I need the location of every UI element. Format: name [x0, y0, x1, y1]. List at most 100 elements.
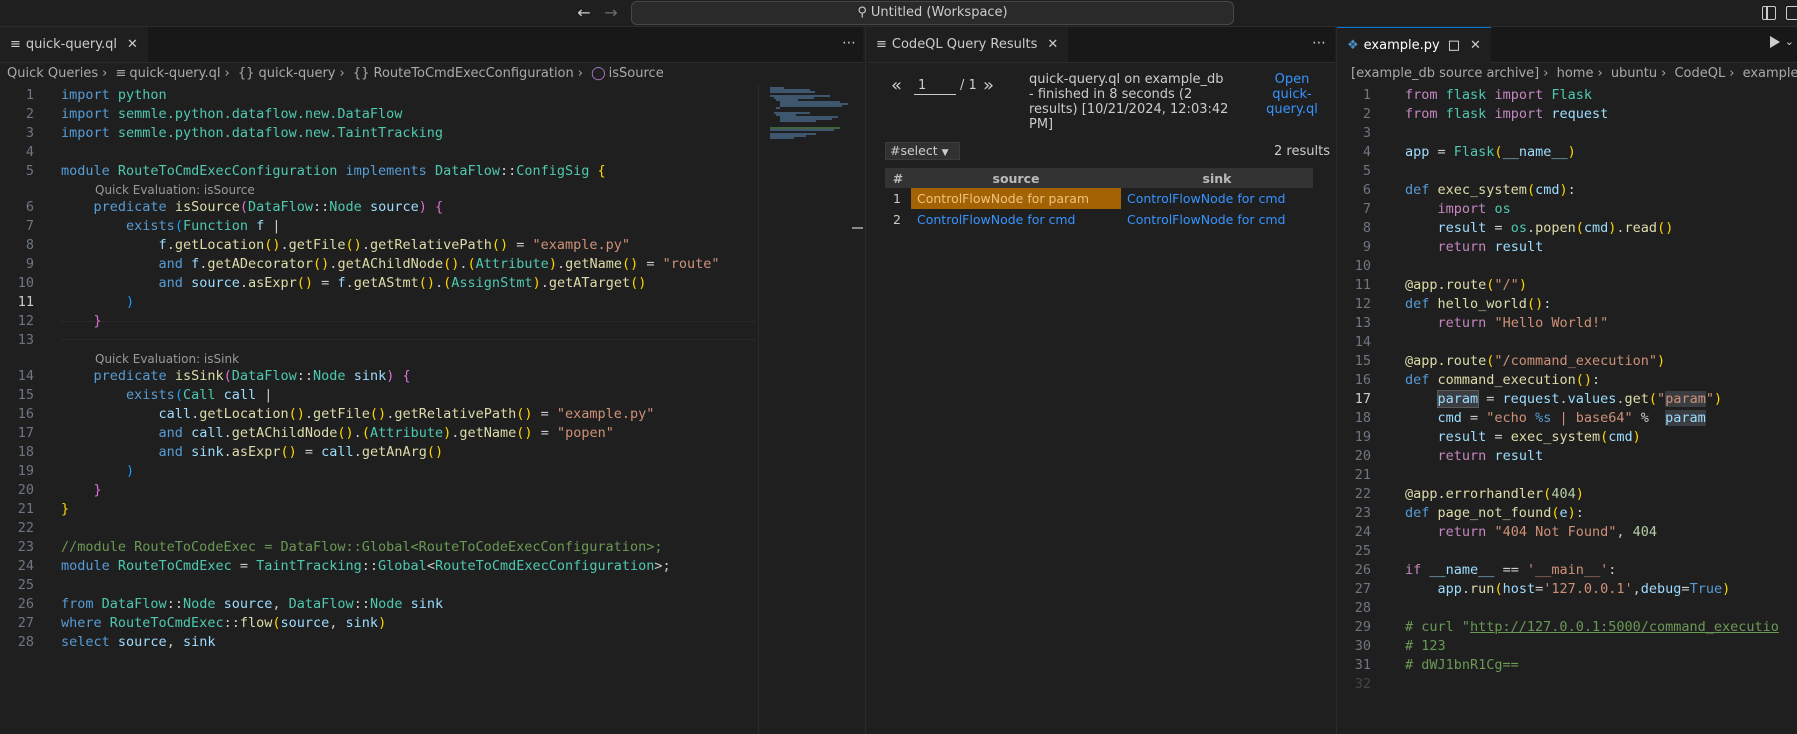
breadcrumb-item[interactable]: isSource [609, 66, 664, 81]
code-line: 7 exists(Function f | [25, 218, 281, 234]
toggle-sidebar-icon[interactable] [1762, 6, 1776, 20]
code-line: 23//module RouteToCodeExec = DataFlow::G… [17, 539, 663, 555]
breadcrumb-item[interactable]: CodeQL [1674, 66, 1725, 81]
code-line: 20 } [17, 482, 102, 498]
tab-label: example.py [1363, 38, 1440, 53]
table-row[interactable]: 1 ControlFlowNode for param ControlFlowN… [885, 188, 1313, 209]
code-line: 3 import semmle.python.dataflow.new.Taint… [25, 125, 444, 141]
file-icon: ≡ [10, 37, 21, 52]
lock-icon: □ [1447, 38, 1460, 53]
column-header[interactable]: sink [1121, 168, 1313, 188]
prev-page-button[interactable]: « [891, 75, 902, 96]
code-line: 15 exists(Call call | [17, 387, 273, 403]
close-icon[interactable]: ✕ [1470, 38, 1481, 53]
code-line: 17 param = request.values.get("param") [1354, 390, 1723, 408]
code-line: 9 and f.getADecorator().getAChildNode().… [25, 256, 720, 272]
tab-quick-query[interactable]: ≡ quick-query.ql ✕ [0, 27, 148, 62]
breadcrumb-item[interactable]: Quick Queries [7, 66, 98, 81]
code-line: 18 and sink.asExpr() = call.getAnArg() [17, 444, 444, 460]
chevron-down-icon: ▼ [941, 148, 949, 158]
result-count: 2 results [1274, 144, 1330, 159]
arrow-right-icon[interactable]: → [601, 3, 621, 23]
code-line: 29 # curl "http://127.0.0.1:5000/command_… [1354, 619, 1779, 635]
code-line: 5 module RouteToCmdExecConfiguration impl… [25, 163, 606, 179]
page-total: / 1 [960, 78, 977, 93]
code-line: 11 @app.route("/") [1354, 277, 1527, 293]
code-line: 2 from flask import request [1362, 106, 1609, 122]
code-line: 16 call.getLocation().getFile().getRelat… [17, 406, 655, 422]
command-center[interactable]: ⚲ Untitled (Workspace) [631, 1, 1234, 25]
tab-strip: ❖ example.py □ ✕ ⌄ [1337, 27, 1797, 63]
breadcrumb-item[interactable]: home [1557, 66, 1594, 81]
code-editor-python[interactable]: 1 from flask import Flask 2 from flask imp… [1337, 85, 1797, 734]
breadcrumb: [example_db source archive] › home › ubunt… [1351, 66, 1797, 81]
editor-group-left: ≡ quick-query.ql ✕ ⋯ Quick Queries › ≡ quick… [0, 27, 863, 734]
code-editor-ql[interactable]: 1 import python 2 import semmle.python.dat… [0, 85, 863, 734]
play-icon[interactable] [1770, 36, 1780, 48]
source-link[interactable]: ControlFlowNode for cmd [911, 209, 1121, 230]
code-line: 32 [1354, 676, 1371, 692]
tab-strip: ≡ quick-query.ql ✕ ⋯ [0, 27, 863, 63]
code-line: 26 from DataFlow::Node source, DataFlow::… [17, 596, 444, 612]
more-actions-icon[interactable]: ⋯ [842, 27, 857, 62]
code-line: 6 def exec_system(cmd): [1362, 182, 1576, 198]
chevron-down-icon[interactable]: ⌄ [1785, 35, 1794, 48]
arrow-left-icon[interactable]: ← [574, 3, 594, 23]
code-line: 12 } [17, 313, 102, 329]
code-line: 18 cmd = "echo %s | base64" % param [1354, 410, 1706, 426]
close-icon[interactable]: ✕ [127, 37, 138, 52]
query-status: quick-query.ql on example_db - finished … [1029, 72, 1229, 132]
code-line: 8 f.getLocation().getFile().getRelativeP… [25, 237, 631, 253]
tab-label: CodeQL Query Results [891, 37, 1038, 52]
tab-example-py[interactable]: ❖ example.py □ ✕ [1337, 27, 1491, 63]
code-line: 11 ) [17, 294, 135, 310]
page-number-input[interactable] [914, 76, 956, 95]
breadcrumb: Quick Queries › ≡ quick-query.ql › {} quick… [7, 66, 664, 81]
sink-link[interactable]: ControlFlowNode for cmd [1121, 188, 1313, 209]
breadcrumb-item[interactable]: quick-query.ql [129, 66, 220, 81]
table-header: # source sink [885, 168, 1313, 188]
breadcrumb-item[interactable]: ubuntu [1611, 66, 1657, 81]
next-page-button[interactable]: » [983, 75, 994, 96]
quick-eval-lens-source[interactable]: Quick Evaluation: isSource [95, 182, 255, 198]
code-line: 13 return "Hello World!" [1354, 315, 1609, 331]
code-line: 15 @app.route("/command_execution") [1354, 353, 1666, 369]
row-index: 1 [893, 191, 901, 206]
breadcrumb-item[interactable]: example [1743, 66, 1797, 81]
column-header[interactable]: source [911, 168, 1121, 188]
source-link[interactable]: ControlFlowNode for param [911, 188, 1121, 209]
code-line: 10 [1354, 258, 1371, 274]
code-line: 16 def command_execution(): [1354, 372, 1601, 388]
code-line: 30 # 123 [1354, 638, 1446, 654]
code-line: 23 def page_not_found(e): [1354, 505, 1584, 521]
table-row[interactable]: 2 ControlFlowNode for cmd ControlFlowNod… [885, 209, 1313, 230]
minimap[interactable] [766, 85, 856, 165]
code-line: 24 module RouteToCmdExec = TaintTracking:… [17, 558, 671, 574]
tab-codeql-results[interactable]: ≡ CodeQL Query Results ✕ [866, 27, 1069, 62]
more-actions-icon[interactable]: ⋯ [1312, 27, 1327, 62]
close-icon[interactable]: ✕ [1047, 37, 1058, 52]
breadcrumb-item[interactable]: [example_db source archive] [1351, 66, 1539, 81]
code-line: 19 result = exec_system(cmd) [1354, 429, 1641, 445]
code-line: 28 [1354, 600, 1371, 616]
code-line: 24 return "404 Not Found", 404 [1354, 524, 1658, 540]
title-bar: ← → ⚲ Untitled (Workspace) [0, 0, 1797, 27]
toggle-panel-icon[interactable] [1786, 6, 1797, 20]
sink-link[interactable]: ControlFlowNode for cmd [1121, 209, 1313, 230]
code-line: 26 if __name__ == '__main__': [1354, 562, 1617, 578]
code-line: 20 return result [1354, 448, 1544, 464]
code-line: 22 @app.errorhandler(404) [1354, 486, 1584, 502]
breadcrumb-item[interactable]: {} RouteToCmdExecConfiguration [353, 66, 574, 81]
breadcrumb-item[interactable]: {} quick-query [238, 66, 336, 81]
open-query-link[interactable]: Open quick-query.ql [1262, 72, 1322, 117]
editor-group-right: ❖ example.py □ ✕ ⌄ [example_db source archi… [1336, 27, 1797, 734]
result-set-select[interactable]: #select ▼ [885, 142, 960, 160]
code-line: 5 [1362, 163, 1371, 179]
code-line: 25 [1354, 543, 1371, 559]
quick-eval-lens-sink[interactable]: Quick Evaluation: isSink [95, 351, 239, 367]
results-table: # source sink 1 ControlFlowNode for para… [885, 168, 1313, 230]
editor-divider [758, 85, 759, 734]
code-line: 10 and source.asExpr() = f.getAStmt().(A… [17, 275, 647, 291]
code-line: 28 select source, sink [17, 634, 216, 650]
code-line: 2 import semmle.python.dataflow.new.DataF… [25, 106, 403, 122]
